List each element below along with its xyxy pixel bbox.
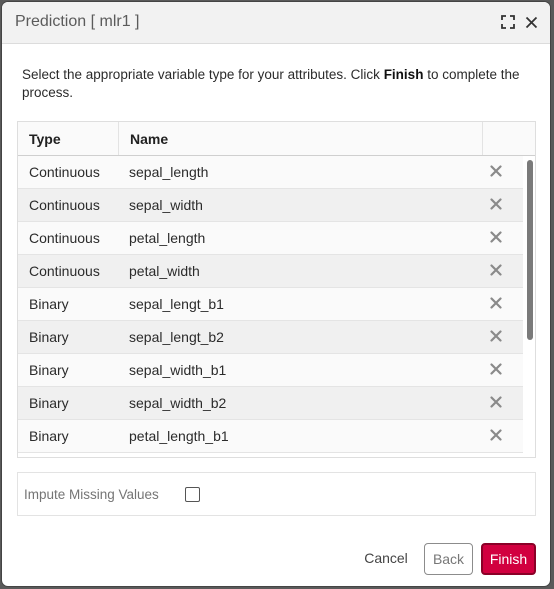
impute-missing-values-checkbox[interactable] — [185, 487, 200, 502]
row-type[interactable]: Binary — [29, 321, 69, 354]
finish-button[interactable]: Finish — [481, 543, 536, 575]
maximize-icon[interactable] — [499, 13, 517, 31]
remove-icon[interactable] — [490, 429, 504, 443]
table-scrollbar[interactable] — [524, 156, 535, 457]
table-row[interactable]: Continuous sepal_length — [18, 156, 523, 189]
impute-panel: Impute Missing Values — [17, 472, 536, 516]
row-name: sepal_lengt_b2 — [129, 329, 224, 345]
prediction-dialog: Prediction [ mlr1 ] Select the appropria… — [2, 2, 550, 586]
row-type[interactable]: Continuous — [29, 222, 100, 255]
row-type[interactable]: Binary — [29, 288, 69, 321]
column-header-name[interactable]: Name — [119, 122, 483, 155]
table-row[interactable]: Binary sepal_lengt_b1 — [18, 288, 523, 321]
remove-icon[interactable] — [490, 363, 504, 377]
remove-icon[interactable] — [490, 231, 504, 245]
remove-icon[interactable] — [490, 165, 504, 179]
remove-icon[interactable] — [490, 264, 504, 278]
finish-emphasis: Finish — [383, 67, 424, 82]
table-row[interactable]: Binary sepal_lengt_b2 — [18, 321, 523, 354]
table-row[interactable]: Binary sepal_width_b1 — [18, 354, 523, 387]
back-button[interactable]: Back — [424, 543, 473, 575]
row-name: sepal_lengt_b1 — [129, 296, 224, 312]
row-name: petal_width — [129, 263, 200, 279]
cancel-button[interactable]: Cancel — [356, 543, 416, 575]
table-row[interactable]: Binary sepal_width_b2 — [18, 387, 523, 420]
row-type[interactable]: Binary — [29, 420, 69, 453]
row-name: petal_length_b1 — [129, 428, 229, 444]
close-icon[interactable] — [522, 13, 540, 31]
attribute-table: Type Name Continuous sepal_length Continuo… — [17, 121, 536, 458]
row-type[interactable]: Binary — [29, 354, 69, 387]
row-type[interactable]: Continuous — [29, 255, 100, 288]
column-header-type[interactable]: Type — [18, 122, 119, 155]
dialog-titlebar: Prediction [ mlr1 ] — [2, 2, 550, 44]
table-row[interactable]: Continuous petal_length — [18, 222, 523, 255]
remove-icon[interactable] — [490, 198, 504, 212]
table-body: Continuous sepal_length Continuous sepal_wi… — [18, 156, 523, 453]
remove-icon[interactable] — [490, 297, 504, 311]
table-header: Type Name — [18, 122, 535, 156]
scrollbar-thumb[interactable] — [527, 160, 533, 340]
dialog-title: Prediction [ mlr1 ] — [15, 13, 140, 30]
impute-missing-values-label: Impute Missing Values — [24, 487, 159, 502]
row-type[interactable]: Continuous — [29, 156, 100, 189]
remove-icon[interactable] — [490, 330, 504, 344]
instruction-text: Select the appropriate variable type for… — [22, 67, 520, 100]
row-name: sepal_width — [129, 197, 203, 213]
table-row[interactable]: Binary petal_length_b1 — [18, 420, 523, 453]
row-name: petal_length — [129, 230, 206, 246]
column-header-actions — [483, 122, 535, 155]
row-name: sepal_width_b1 — [129, 362, 227, 378]
row-name: sepal_width_b2 — [129, 395, 227, 411]
remove-icon[interactable] — [490, 396, 504, 410]
table-row[interactable]: Continuous petal_width — [18, 255, 523, 288]
table-row[interactable]: Continuous sepal_width — [18, 189, 523, 222]
row-type[interactable]: Binary — [29, 387, 69, 420]
row-name: sepal_length — [129, 164, 209, 180]
row-type[interactable]: Continuous — [29, 189, 100, 222]
